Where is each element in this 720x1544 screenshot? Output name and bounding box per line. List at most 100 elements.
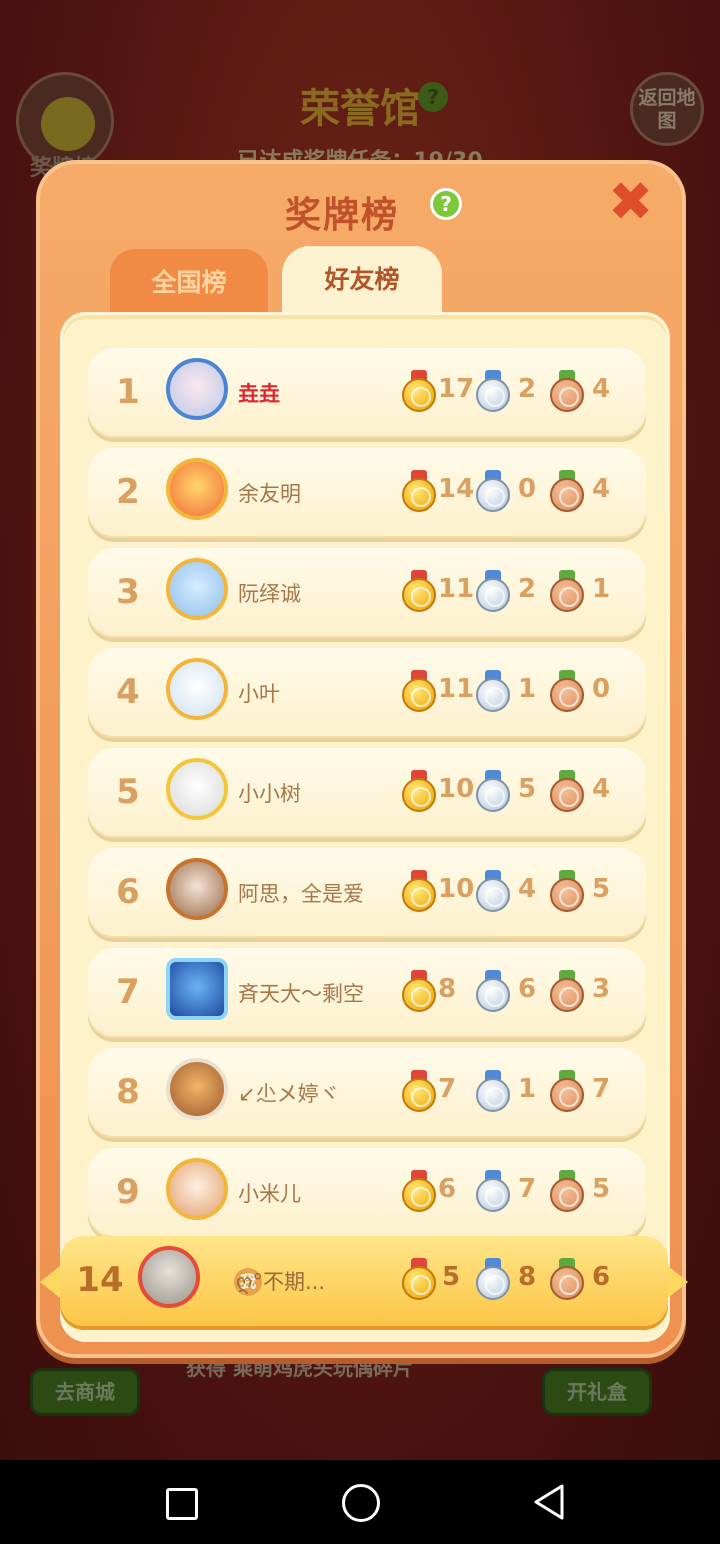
avatar[interactable] [166, 758, 228, 820]
gold-medal-icon [402, 370, 436, 412]
rank-number: 3 [116, 572, 140, 612]
silver-medal-icon [476, 1070, 510, 1112]
recent-apps-icon[interactable] [158, 1480, 202, 1524]
avatar[interactable] [166, 1158, 228, 1220]
bronze-count: 4 [592, 374, 611, 404]
bronze-medal-icon [550, 370, 584, 412]
silver-count: 6 [518, 974, 537, 1004]
avatar[interactable] [138, 1246, 200, 1308]
player-name: ↙尐メ婷ヾ [238, 1082, 340, 1106]
leaderboard-row[interactable]: 7 斉天大～剩空 8 6 3 [88, 948, 646, 1038]
gold-medal-icon [402, 970, 436, 1012]
bronze-count: 4 [592, 774, 611, 804]
silver-medal-icon [476, 970, 510, 1012]
go-shop-button[interactable]: 去商城 [30, 1368, 140, 1416]
leaderboard-row[interactable]: 5 小小树 10 5 4 [88, 748, 646, 838]
return-map-button[interactable]: 返回地图 [630, 72, 704, 146]
gold-count: 8 [438, 974, 457, 1004]
bronze-count: 0 [592, 674, 611, 704]
close-icon[interactable]: ✖ [608, 175, 653, 229]
bronze-count: 1 [592, 574, 611, 604]
silver-count: 2 [518, 374, 537, 404]
bronze-count: 4 [592, 474, 611, 504]
bronze-count: 5 [592, 1174, 611, 1204]
bronze-medal-icon [550, 870, 584, 912]
leaderboard-row[interactable]: 3 阮绎诚 11 2 1 [88, 548, 646, 638]
rank-number: 8 [116, 1072, 140, 1112]
gold-medal-icon [402, 670, 436, 712]
player-name: 阿思，全是爱 [238, 882, 364, 906]
silver-count: 1 [518, 1074, 537, 1104]
gold-count: 6 [438, 1174, 457, 1204]
modal-title: 奖牌榜 [40, 186, 682, 238]
gold-count: 7 [438, 1074, 457, 1104]
leaderboard-row[interactable]: 8 ↙尐メ婷ヾ 7 1 7 [88, 1048, 646, 1138]
rank-number: 7 [116, 972, 140, 1012]
gold-medal-icon [402, 770, 436, 812]
home-icon[interactable] [338, 1480, 382, 1524]
rank-number: 6 [116, 872, 140, 912]
silver-count: 7 [518, 1174, 537, 1204]
help-icon[interactable]: ? [430, 188, 462, 220]
leaderboard-row[interactable]: 6 阿思，全是爱 10 4 5 [88, 848, 646, 938]
avatar[interactable] [166, 1058, 228, 1120]
gold-count: 11 [438, 574, 475, 604]
bronze-medal-icon [550, 770, 584, 812]
avatar[interactable] [166, 358, 228, 420]
avatar[interactable] [166, 458, 228, 520]
player-name: 小小树 [238, 782, 301, 806]
leaderboard-row[interactable]: 4 小叶 11 1 0 [88, 648, 646, 738]
silver-medal-icon [476, 1258, 510, 1300]
gold-count: 10 [438, 774, 475, 804]
gold-count: 14 [438, 474, 475, 504]
my-rank-row[interactable]: 14 我 ღ°不期... 5 8 6 [40, 1236, 688, 1326]
open-gift-button[interactable]: 开礼盒 [542, 1368, 652, 1416]
gold-medal-icon [402, 470, 436, 512]
tab-national[interactable]: 全国榜 [107, 246, 271, 316]
back-icon[interactable] [526, 1480, 570, 1524]
bronze-medal-icon [550, 470, 584, 512]
silver-medal-icon [476, 1170, 510, 1212]
silver-medal-icon [476, 370, 510, 412]
player-name: 小叶 [238, 682, 280, 706]
bronze-count: 6 [592, 1262, 611, 1292]
bronze-medal-icon [550, 570, 584, 612]
gold-medal-icon [402, 1070, 436, 1112]
help-icon[interactable]: ? [418, 82, 448, 112]
silver-medal-icon [476, 570, 510, 612]
silver-medal-icon [476, 670, 510, 712]
gold-medal-icon [402, 870, 436, 912]
silver-count: 8 [518, 1262, 537, 1292]
leaderboard-row[interactable]: 2 余友明 14 0 4 [88, 448, 646, 538]
leaderboard-row[interactable]: 1 垚垚 17 2 4 [88, 348, 646, 438]
rank-number: 1 [116, 372, 140, 412]
rank-number: 4 [116, 672, 140, 712]
avatar[interactable] [166, 658, 228, 720]
gold-count: 17 [438, 374, 475, 404]
avatar[interactable] [166, 558, 228, 620]
avatar[interactable] [166, 958, 228, 1020]
silver-count: 2 [518, 574, 537, 604]
gold-count: 11 [438, 674, 475, 704]
player-name: 斉天大～剩空 [238, 982, 364, 1006]
tab-friends[interactable]: 好友榜 [282, 246, 442, 316]
bronze-medal-icon [550, 1258, 584, 1300]
avatar[interactable] [166, 858, 228, 920]
silver-count: 5 [518, 774, 537, 804]
player-name: ღ°不期... [236, 1270, 326, 1294]
player-name: 阮绎诚 [238, 582, 301, 606]
gold-medal-icon [402, 1258, 436, 1300]
silver-medal-icon [476, 470, 510, 512]
player-name: 垚垚 [238, 382, 280, 406]
gold-medal-icon [402, 1170, 436, 1212]
leaderboard-row[interactable]: 9 小米儿 6 7 5 [88, 1148, 646, 1238]
bronze-medal-icon [550, 1070, 584, 1112]
silver-medal-icon [476, 770, 510, 812]
android-nav-bar [0, 1460, 720, 1544]
rank-number: 2 [116, 472, 140, 512]
player-name: 余友明 [238, 482, 301, 506]
player-name: 小米儿 [238, 1182, 301, 1206]
bronze-count: 7 [592, 1074, 611, 1104]
rank-number: 14 [76, 1260, 124, 1300]
gold-medal-icon [402, 570, 436, 612]
